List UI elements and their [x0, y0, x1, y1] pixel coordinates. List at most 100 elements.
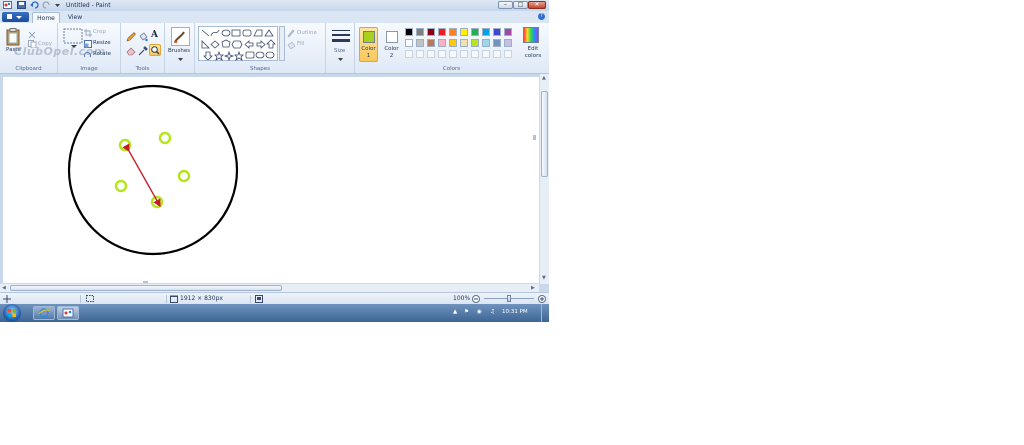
- palette-swatch[interactable]: [460, 39, 468, 47]
- brushes-dropdown-icon[interactable]: [178, 56, 183, 63]
- ribbon: Paste Copy Clipboard Crop Resize Rotate …: [0, 23, 549, 74]
- help-icon[interactable]: ?: [538, 13, 545, 20]
- color-picker-icon[interactable]: [138, 46, 148, 58]
- edit-colors-icon[interactable]: [523, 27, 539, 45]
- palette-swatch[interactable]: [504, 28, 512, 36]
- palette-swatch[interactable]: [504, 39, 512, 47]
- maximize-button[interactable]: □: [513, 1, 528, 9]
- eraser-icon[interactable]: [126, 46, 136, 58]
- palette-swatch[interactable]: [482, 39, 490, 47]
- crop-icon[interactable]: [84, 29, 92, 39]
- taskbar-paint-button[interactable]: [57, 306, 79, 320]
- custom-color-slot[interactable]: [449, 50, 457, 58]
- volume-icon[interactable]: ♫: [490, 309, 495, 315]
- ribbon-tab-row: Home View ?: [0, 11, 549, 23]
- text-tool-button[interactable]: A: [151, 30, 158, 40]
- palette-swatch[interactable]: [493, 39, 501, 47]
- minimize-button[interactable]: –: [498, 1, 513, 9]
- horizontal-scroll-thumb[interactable]: [10, 285, 282, 291]
- windows-logo-icon: [8, 309, 16, 317]
- custom-color-slot[interactable]: [493, 50, 501, 58]
- tab-view[interactable]: View: [63, 12, 87, 23]
- size-icon[interactable]: [332, 29, 350, 47]
- brush-icon[interactable]: [171, 27, 190, 46]
- horizontal-scrollbar[interactable]: ◀ ▶: [0, 283, 539, 292]
- start-button[interactable]: [3, 304, 21, 322]
- color2-label: Color 2: [384, 46, 399, 59]
- fill-icon[interactable]: [138, 32, 148, 44]
- color1-swatch: [363, 31, 375, 43]
- shapes-scroll[interactable]: [279, 26, 285, 61]
- image-dimensions: 1912 × 830px: [180, 295, 223, 302]
- taskbar-ie-button[interactable]: [33, 306, 55, 320]
- palette-swatch[interactable]: [427, 39, 435, 47]
- paint-app-icon[interactable]: [3, 1, 12, 9]
- drawing-canvas[interactable]: [3, 77, 539, 284]
- undo-icon[interactable]: [30, 1, 39, 9]
- palette-swatch[interactable]: [493, 28, 501, 36]
- small-circle-shape: [158, 131, 172, 145]
- custom-color-slot[interactable]: [504, 50, 512, 58]
- clipboard-group-label: Clipboard: [15, 66, 42, 72]
- redo-icon[interactable]: [42, 1, 51, 9]
- size-group: Size: [326, 23, 355, 73]
- color1-button[interactable]: Color 1: [359, 27, 378, 62]
- watermark-logo: ClubOpel.com: [14, 45, 106, 58]
- paint-menu-button[interactable]: [2, 12, 29, 22]
- palette-swatch[interactable]: [405, 28, 413, 36]
- custom-color-slot[interactable]: [471, 50, 479, 58]
- brushes-group: Brushes: [165, 23, 195, 73]
- zoom-slider-thumb[interactable]: [507, 295, 511, 302]
- palette-swatch[interactable]: [471, 39, 479, 47]
- custom-color-slot[interactable]: [460, 50, 468, 58]
- drawing: [67, 84, 536, 284]
- brushes-label[interactable]: Brushes: [168, 48, 190, 54]
- custom-color-slot[interactable]: [438, 50, 446, 58]
- custom-color-slot[interactable]: [482, 50, 490, 58]
- magnifier-icon[interactable]: [149, 44, 161, 56]
- tab-home[interactable]: Home: [32, 12, 60, 23]
- scroll-left-icon[interactable]: ◀: [2, 285, 6, 291]
- customize-qat-icon[interactable]: [53, 1, 62, 9]
- shapes-gallery[interactable]: [198, 26, 278, 62]
- scroll-down-icon[interactable]: ▼: [542, 275, 546, 281]
- palette-swatch[interactable]: [449, 39, 457, 47]
- custom-color-slot[interactable]: [427, 50, 435, 58]
- size-label[interactable]: Size: [334, 48, 345, 54]
- show-hidden-icons-icon[interactable]: ▲: [453, 309, 457, 315]
- palette-swatch[interactable]: [471, 28, 479, 36]
- custom-color-slot[interactable]: [405, 50, 413, 58]
- shapes-group: Outline Fill Shapes: [195, 23, 326, 73]
- palette-swatch[interactable]: [405, 39, 413, 47]
- outline-label[interactable]: Outline: [297, 30, 317, 36]
- size-dropdown-icon[interactable]: [338, 56, 343, 63]
- palette-swatch[interactable]: [438, 28, 446, 36]
- edit-colors-label[interactable]: Edit colors: [523, 46, 543, 60]
- canvas-resize-handle[interactable]: [533, 135, 536, 140]
- vertical-scrollbar[interactable]: ▲ ▼: [539, 74, 549, 284]
- network-icon[interactable]: ◉: [477, 309, 482, 315]
- show-desktop-button[interactable]: [541, 304, 549, 322]
- taskbar-clock[interactable]: 10:31 PM: [502, 309, 528, 315]
- palette-swatch[interactable]: [427, 28, 435, 36]
- palette-swatch[interactable]: [416, 39, 424, 47]
- color2-button[interactable]: Color 2: [382, 27, 401, 62]
- paint-taskbar-icon: [62, 308, 74, 318]
- palette-swatch[interactable]: [449, 28, 457, 36]
- save-icon[interactable]: [17, 1, 26, 9]
- palette-swatch[interactable]: [438, 39, 446, 47]
- pencil-icon[interactable]: [126, 32, 136, 44]
- close-button[interactable]: ✕: [528, 1, 546, 9]
- outline-icon[interactable]: [287, 29, 295, 39]
- scroll-right-icon[interactable]: ▶: [531, 285, 535, 291]
- fill-label[interactable]: Fill: [297, 41, 304, 47]
- action-center-icon[interactable]: ⚑: [464, 309, 469, 315]
- palette-swatch[interactable]: [416, 28, 424, 36]
- scroll-up-icon[interactable]: ▲: [542, 75, 546, 81]
- custom-color-slot[interactable]: [416, 50, 424, 58]
- vertical-scroll-thumb[interactable]: [541, 91, 548, 177]
- fill-shape-icon[interactable]: [287, 41, 296, 51]
- palette-swatch[interactable]: [482, 28, 490, 36]
- crop-label[interactable]: Crop: [93, 29, 106, 35]
- palette-swatch[interactable]: [460, 28, 468, 36]
